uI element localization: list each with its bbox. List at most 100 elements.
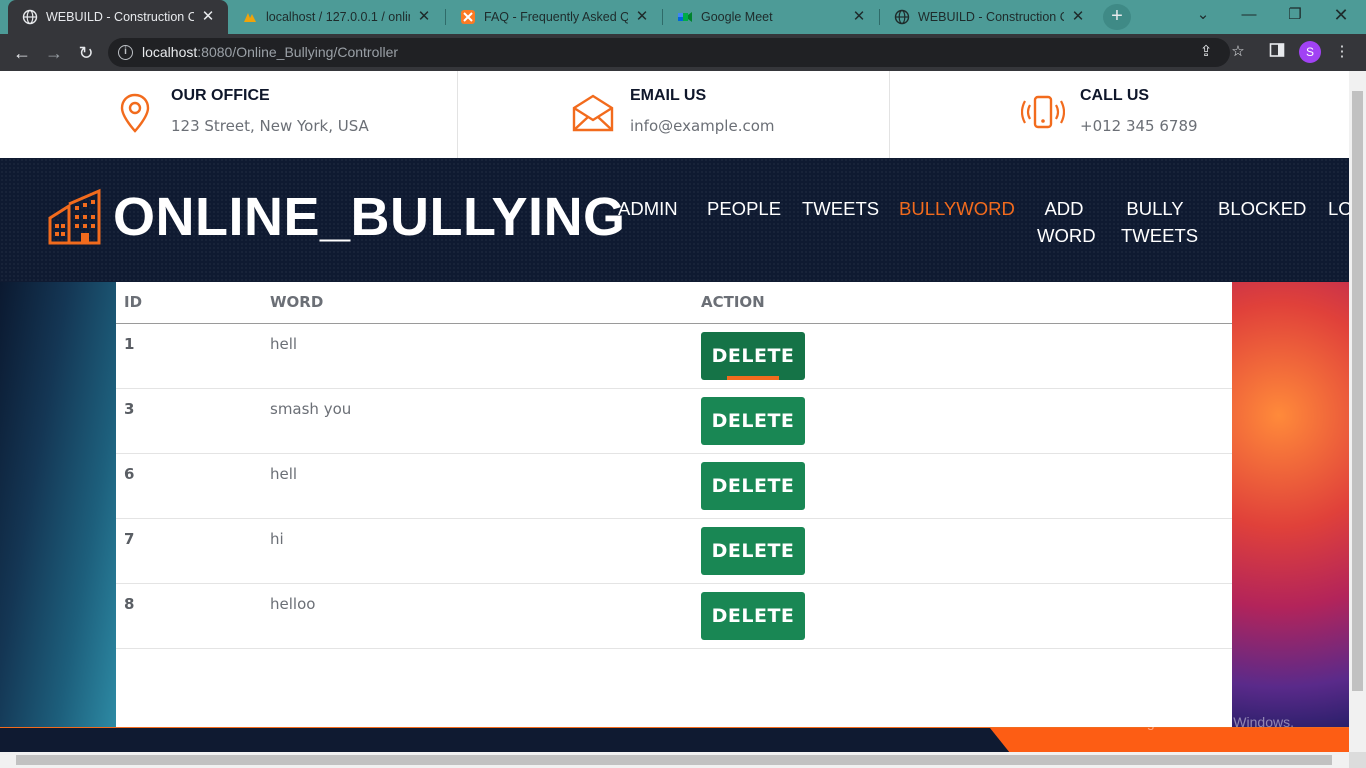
globe-icon [894,9,910,25]
row-id: 1 [116,323,262,389]
globe-icon [22,9,38,25]
xampp-icon [460,9,476,25]
tab-title: WEBUILD - Construction Con [918,10,1064,24]
bullyword-table: ID WORD ACTION 1 hell DELETE 3 smash you… [116,282,1232,649]
nav-bully-tweets[interactable]: BULLY TWEETS [1121,195,1198,249]
browser-tab-strip: WEBUILD - Construction Con ✕ localhost /… [0,0,1366,34]
column-header-word: WORD [262,282,693,324]
table-row: 1 hell DELETE [116,323,1232,389]
tab-title: WEBUILD - Construction Con [46,10,194,24]
nav-bullyword[interactable]: BULLYWORD [899,195,1015,222]
url-text[interactable]: localhost:8080/Online_Bullying/Controlle… [142,44,398,60]
row-id: 7 [116,518,262,584]
table-header-row: ID WORD ACTION [116,282,1232,324]
close-tab-icon[interactable]: ✕ [200,9,216,25]
column-header-id: ID [116,282,262,324]
map-pin-icon [113,91,157,135]
building-logo-icon [48,188,101,245]
background-image-left [0,282,116,727]
bookmark-star-icon[interactable]: ☆ [1228,42,1248,62]
call-label: CALL US [1080,87,1150,104]
delete-button[interactable]: DELETE [701,591,805,640]
row-word: smash you [262,388,693,454]
address-bar[interactable]: i localhost:8080/Online_Bullying/Control… [108,38,1230,67]
close-tab-icon[interactable]: ✕ [1070,9,1086,25]
browser-tab[interactable]: WEBUILD - Construction Con ✕ [880,0,1098,34]
tab-title: localhost / 127.0.0.1 / online [266,10,410,24]
row-word: hi [262,518,693,584]
footer-strip [0,727,1349,752]
share-icon[interactable]: ⇪ [1196,42,1216,62]
new-tab-button[interactable]: + [1103,4,1131,30]
browser-tab[interactable]: localhost / 127.0.0.1 / online ✕ [228,0,444,34]
vertical-scrollbar[interactable] [1349,71,1366,752]
back-arrow-icon[interactable]: ← [10,41,34,65]
restore-window-button[interactable]: ❐ [1272,0,1318,30]
forward-arrow-icon[interactable]: → [42,41,66,65]
browser-tab[interactable]: WEBUILD - Construction Con ✕ [8,0,228,34]
row-word: helloo [262,583,693,649]
email-address[interactable]: info@example.com [630,117,775,135]
tab-title: FAQ - Frequently Asked Que [484,10,628,24]
page-viewport: OUR OFFICE 123 Street, New York, USA EMA… [0,71,1349,752]
email-label: EMAIL US [630,87,707,104]
office-info: OUR OFFICE 123 Street, New York, USA [0,71,457,158]
horizontal-scrollbar[interactable] [0,752,1349,768]
side-panel-icon[interactable] [1267,42,1287,62]
tab-search-chevron-icon[interactable]: ⌄ [1180,0,1226,30]
minimize-window-button[interactable]: — [1226,0,1272,30]
nav-admin[interactable]: ADMIN [618,195,678,222]
phone-ringing-icon [1020,91,1066,135]
background-image-right [1232,282,1349,727]
nav-add-word[interactable]: ADD WORD [1037,195,1096,249]
envelope-icon [571,91,615,135]
google-meet-icon [677,9,693,25]
close-tab-icon[interactable]: ✕ [851,9,867,25]
call-info: CALL US +012 345 6789 [890,71,1349,158]
browser-tab[interactable]: FAQ - Frequently Asked Que ✕ [446,0,662,34]
table-row: 7 hi DELETE [116,518,1232,584]
nav-logout[interactable]: LO [1328,195,1349,222]
close-tab-icon[interactable]: ✕ [634,9,650,25]
table-row: 6 hell DELETE [116,453,1232,519]
email-info: EMAIL US info@example.com [458,71,889,158]
nav-tweets[interactable]: TWEETS [802,195,879,222]
delete-button[interactable]: DELETE [701,461,805,510]
table-row: 3 smash you DELETE [116,388,1232,454]
contact-bar: OUR OFFICE 123 Street, New York, USA EMA… [0,71,1349,158]
delete-button[interactable]: DELETE [701,526,805,575]
horizontal-scroll-thumb[interactable] [16,755,1332,765]
tab-title: Google Meet [701,10,773,24]
close-window-button[interactable]: ✕ [1318,0,1364,30]
brand-name: ONLINE_BULLYING [113,187,626,247]
scrollbar-corner [1349,752,1366,768]
reload-icon[interactable]: ↻ [74,41,98,65]
delete-button[interactable]: DELETE [701,331,805,380]
office-label: OUR OFFICE [171,87,270,104]
main-navbar: ONLINE_BULLYING ADMIN PEOPLE TWEETS BULL… [0,158,1349,282]
row-word: hell [262,323,693,389]
table-row: 8 helloo DELETE [116,583,1232,649]
row-id: 6 [116,453,262,519]
nav-blocked[interactable]: BLOCKED [1218,195,1306,222]
menu-kebab-icon[interactable]: ⋮ [1332,42,1352,62]
browser-tab[interactable]: Google Meet ✕ [663,0,879,34]
delete-button[interactable]: DELETE [701,396,805,445]
vertical-scroll-thumb[interactable] [1352,91,1363,691]
site-info-icon[interactable]: i [118,45,133,60]
phpmyadmin-icon [242,9,258,25]
phone-number[interactable]: +012 345 6789 [1080,117,1198,135]
profile-avatar[interactable]: S [1299,41,1321,63]
office-address: 123 Street, New York, USA [171,117,369,135]
activate-windows-watermark: Activate Windows [1073,689,1223,710]
footer-accent [990,728,1349,752]
nav-people[interactable]: PEOPLE [707,195,781,222]
bullyword-panel: ID WORD ACTION 1 hell DELETE 3 smash you… [116,282,1232,727]
row-id: 8 [116,583,262,649]
activate-windows-hint: Go to Settings to activate Windows. [1073,714,1294,730]
column-header-action: ACTION [693,282,1232,324]
row-id: 3 [116,388,262,454]
row-word: hell [262,453,693,519]
close-tab-icon[interactable]: ✕ [416,9,432,25]
brand[interactable]: ONLINE_BULLYING [47,187,626,247]
